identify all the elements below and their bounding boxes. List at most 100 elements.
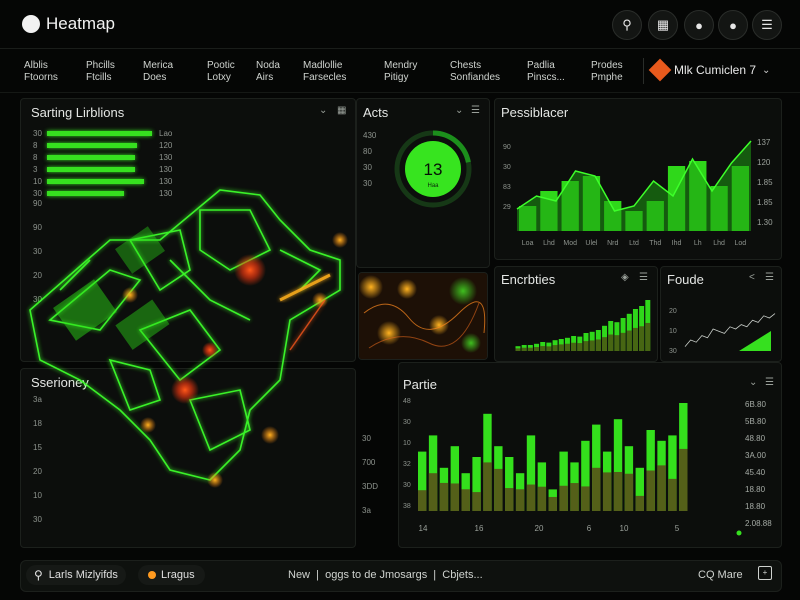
acts-axis-label: 30 (363, 163, 372, 172)
nav-item[interactable]: Madlollie Farsecles (303, 60, 346, 84)
sorting-row-bar (47, 131, 152, 136)
encrables-bar-lower (583, 341, 589, 351)
nav-item[interactable]: Noda Airs (256, 60, 280, 84)
acts-axis-label: 80 (363, 147, 372, 156)
nav-item-line1: Padlia (527, 60, 555, 71)
fonde-y-label: 20 (669, 308, 677, 315)
profile-name: Mlk Cumiclen 7 (674, 63, 757, 77)
encrables-bar-lower (626, 330, 632, 351)
partie-bar-lower (428, 473, 438, 511)
nav-item[interactable]: Phcills Ftcills (86, 60, 115, 84)
encrables-bar-lower (571, 342, 577, 351)
nav-item[interactable]: Pootic Lotxy (207, 60, 235, 84)
chevron-down-icon: ⌄ (762, 64, 771, 76)
partie-bar-lower (592, 467, 601, 511)
partie-x-label: 5 (675, 524, 680, 533)
encrables-bar-lower (639, 326, 645, 351)
encrables-bar-lower (589, 340, 595, 351)
acts-panel: Acts ⌄ ☰ 430 80 30 30 13 Haa (356, 98, 490, 268)
heatmap-map (29, 189, 348, 488)
app-title: Heatmap (46, 14, 115, 33)
partie-bar-lower (570, 483, 579, 511)
encrables-bar-lower (546, 346, 552, 351)
status-tag[interactable]: Lragus (138, 565, 205, 585)
expand-icon[interactable]: + (758, 566, 772, 580)
pessimizer-y-left: 29 (503, 204, 511, 211)
nav-item[interactable]: Chests Sonfiandes (450, 60, 500, 84)
status-search[interactable]: ⚲ Larls Mizlyifds (26, 565, 126, 585)
encrables-bar-lower (577, 343, 583, 351)
center-axis-label: 3DD (362, 482, 379, 491)
partie-bar-lower (472, 492, 481, 511)
nav-item-line1: Noda (256, 60, 280, 71)
pessimizer-x-label: Ihd (672, 240, 682, 247)
menu-icon[interactable]: ☰ (752, 10, 782, 40)
nav-item-line2: Lotxy (207, 72, 231, 83)
partie-y-right: 5B.80 (745, 417, 766, 426)
partie-bar-lower (505, 488, 514, 511)
nav-item-line1: Mendry (384, 60, 418, 71)
partie-bar-lower (515, 489, 525, 511)
acts-axis-label: 30 (363, 179, 372, 188)
menu-icon[interactable]: ☰ (471, 105, 480, 116)
pessimizer-panel: Pessiblacer Loa Lhd Mod Ulel Nrd Ltd Thd Ihd Lh L… (494, 98, 782, 260)
encrables-bar-lower (608, 334, 614, 351)
pessimizer-x-label: Lod (735, 240, 747, 247)
sorting-row-label: 8 (33, 141, 38, 150)
partie-y-left: 38 (403, 503, 411, 510)
tag-dot-icon (148, 571, 156, 579)
partie-chart: 14 16 20 6 10 5 6B.80 5B.80 48.80 3A.00 45.40 18.80… (403, 398, 772, 536)
settings-icon[interactable]: ▦ (337, 105, 346, 116)
fonde-y-label: 10 (669, 328, 677, 335)
pessimizer-x-label: Ulel (585, 240, 598, 247)
nav-item-line2: Pinscs... (527, 72, 565, 83)
status-tag-label: Lragus (161, 569, 195, 581)
acts-axis-label: 430 (363, 131, 377, 140)
partie-bar-lower (450, 483, 460, 511)
partie-bar-lower (668, 478, 677, 511)
partie-bar-lower (418, 490, 427, 511)
bell-icon[interactable]: ● (684, 10, 714, 40)
pessimizer-y-left: 83 (503, 184, 511, 191)
encrables-chart (515, 300, 651, 351)
partie-bar-lower (613, 471, 623, 511)
search-icon: ⚲ (34, 568, 43, 582)
nav-item[interactable]: Alblis Ftoorns (24, 60, 58, 84)
nav-item-line2: Sonfiandes (450, 72, 501, 83)
pessimizer-x-label: Loa (522, 240, 534, 247)
nav-item[interactable]: Padlia Pinscs... (527, 60, 565, 84)
pessimizer-x-label: Lh (694, 240, 702, 247)
partie-x-label: 10 (620, 524, 629, 533)
encrables-bar-lower (521, 347, 527, 351)
status-search-label: Larls Mizlyifds (48, 569, 118, 581)
nav-item[interactable]: Prodes Pmphe (591, 60, 623, 84)
encrables-bar-lower (614, 335, 620, 351)
encrables-bar-lower (645, 322, 651, 351)
partie-status-dot (736, 530, 742, 536)
chevron-down-icon[interactable]: ⌄ (319, 105, 327, 116)
encrables-bar-lower (602, 337, 608, 351)
status-message: New | oggs to de Jmosargs | Cbjets... (288, 569, 483, 581)
pessimizer-x-label: Mod (563, 240, 577, 247)
profile-menu[interactable]: Mlk Cumiclen 7 ⌄ (648, 58, 771, 82)
partie-bar-lower (624, 473, 634, 511)
gauge-value: 13 (424, 160, 443, 179)
grid-icon[interactable]: ▦ (648, 10, 678, 40)
search-icon[interactable]: ⚲ (612, 10, 642, 40)
status-right-label[interactable]: CQ Mare (698, 569, 743, 581)
chevron-down-icon[interactable]: ⌄ (455, 105, 463, 116)
partie-y-right: 18.80 (745, 502, 766, 511)
pessimizer-y-right: 137 (757, 138, 771, 147)
app-logo-icon[interactable] (22, 15, 40, 33)
pessimizer-y-left: 90 (503, 144, 511, 151)
nav-item[interactable]: Merica Does (143, 60, 173, 84)
partie-bar-lower (494, 468, 503, 511)
nav-item[interactable]: Mendry Pitigy (384, 60, 417, 84)
nav-item-line2: Ftoorns (24, 72, 58, 83)
partie-y-left: 10 (403, 440, 411, 447)
partie-bar-lower (635, 495, 644, 511)
partie-bar-lower (461, 489, 470, 511)
sorting-row-label: 30 (33, 129, 42, 138)
top-bar: Heatmap ⚲ ▦ ● ● ☰ (0, 0, 800, 49)
user-icon[interactable]: ● (718, 10, 748, 40)
